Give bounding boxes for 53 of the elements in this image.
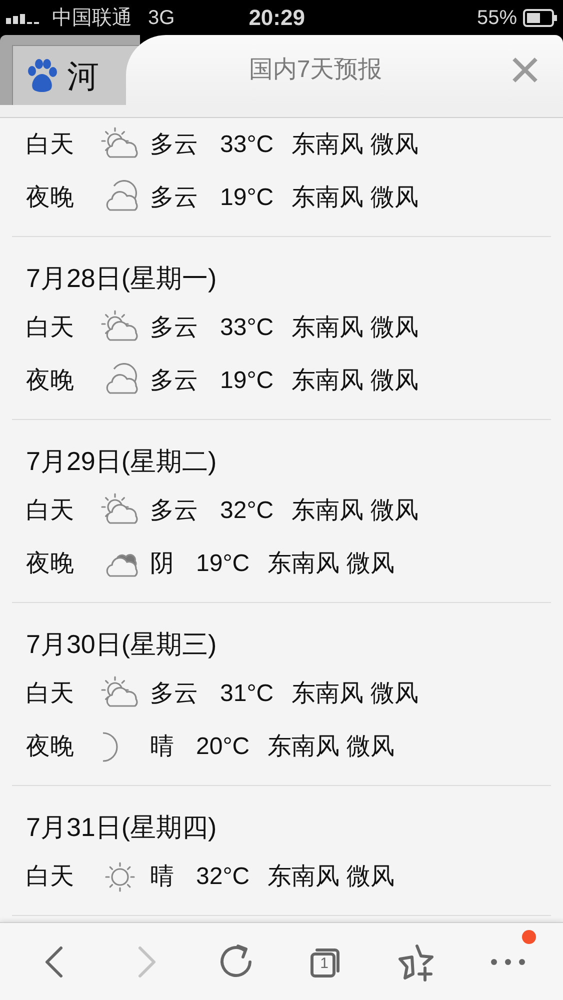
wind-info: 东南风 微风 xyxy=(292,312,418,342)
weather-condition: 多云 xyxy=(150,312,198,342)
network-type: 3G xyxy=(148,6,175,30)
tabs-button[interactable]: 1 xyxy=(296,932,357,992)
battery-icon xyxy=(523,8,557,26)
temperature: 32°C xyxy=(196,862,250,892)
forecast-date: 7月28日(星期一) xyxy=(26,262,218,294)
forecast-date: 7月30日(星期三) xyxy=(26,628,218,660)
temperature: 19°C xyxy=(220,182,274,212)
period-label: 夜晚 xyxy=(26,182,75,212)
wind-info: 东南风 微风 xyxy=(292,678,418,708)
period-label: 白天 xyxy=(26,496,75,526)
period-label: 白天 xyxy=(26,130,75,160)
forecast-date: 7月31日(星期四) xyxy=(26,810,218,844)
tab-title: 河 xyxy=(67,56,99,96)
weather-condition: 多云 xyxy=(150,130,198,160)
period-label: 白天 xyxy=(26,312,75,342)
period-label: 夜晚 xyxy=(26,548,75,578)
wind-info: 东南风 微风 xyxy=(268,548,394,578)
tab-count: 1 xyxy=(320,954,328,974)
period-label: 夜晚 xyxy=(26,732,75,762)
temperature: 31°C xyxy=(220,678,274,708)
wind-info: 东南风 微风 xyxy=(268,732,394,762)
temperature: 20°C xyxy=(196,732,250,762)
temperature: 19°C xyxy=(196,548,250,578)
paw-logo-icon xyxy=(25,58,59,92)
panel-title: 国内7天预报 xyxy=(248,55,384,85)
period-label: 白天 xyxy=(26,862,75,892)
temperature: 32°C xyxy=(220,496,274,526)
weather-condition: 多云 xyxy=(150,366,198,396)
carrier-name: 中国联通 xyxy=(52,6,132,30)
temperature: 33°C xyxy=(220,130,274,160)
forecast-date: 7月29日(星期二) xyxy=(26,444,218,478)
period-label: 夜晚 xyxy=(26,366,75,396)
battery-percent: 55% xyxy=(476,6,517,30)
wind-info: 东南风 微风 xyxy=(292,366,418,396)
wind-info: 东南风 微风 xyxy=(292,496,418,526)
wind-info: 东南风 微风 xyxy=(268,862,394,892)
period-label: 白天 xyxy=(26,678,75,708)
weather-condition: 多云 xyxy=(150,678,198,708)
wind-info: 东南风 微风 xyxy=(292,130,418,160)
background-tab[interactable]: 河 xyxy=(0,35,140,105)
weather-condition: 晴 xyxy=(150,732,174,762)
weather-condition: 晴 xyxy=(150,862,174,892)
close-icon xyxy=(512,57,538,83)
clock: 20:29 xyxy=(248,4,305,32)
moon-icon xyxy=(100,730,120,762)
temperature: 33°C xyxy=(220,312,274,342)
temperature: 19°C xyxy=(220,366,274,396)
weather-condition: 阴 xyxy=(150,548,174,578)
weather-condition: 多云 xyxy=(150,182,198,212)
weather-condition: 多云 xyxy=(150,496,198,526)
wind-info: 东南风 微风 xyxy=(292,182,418,212)
